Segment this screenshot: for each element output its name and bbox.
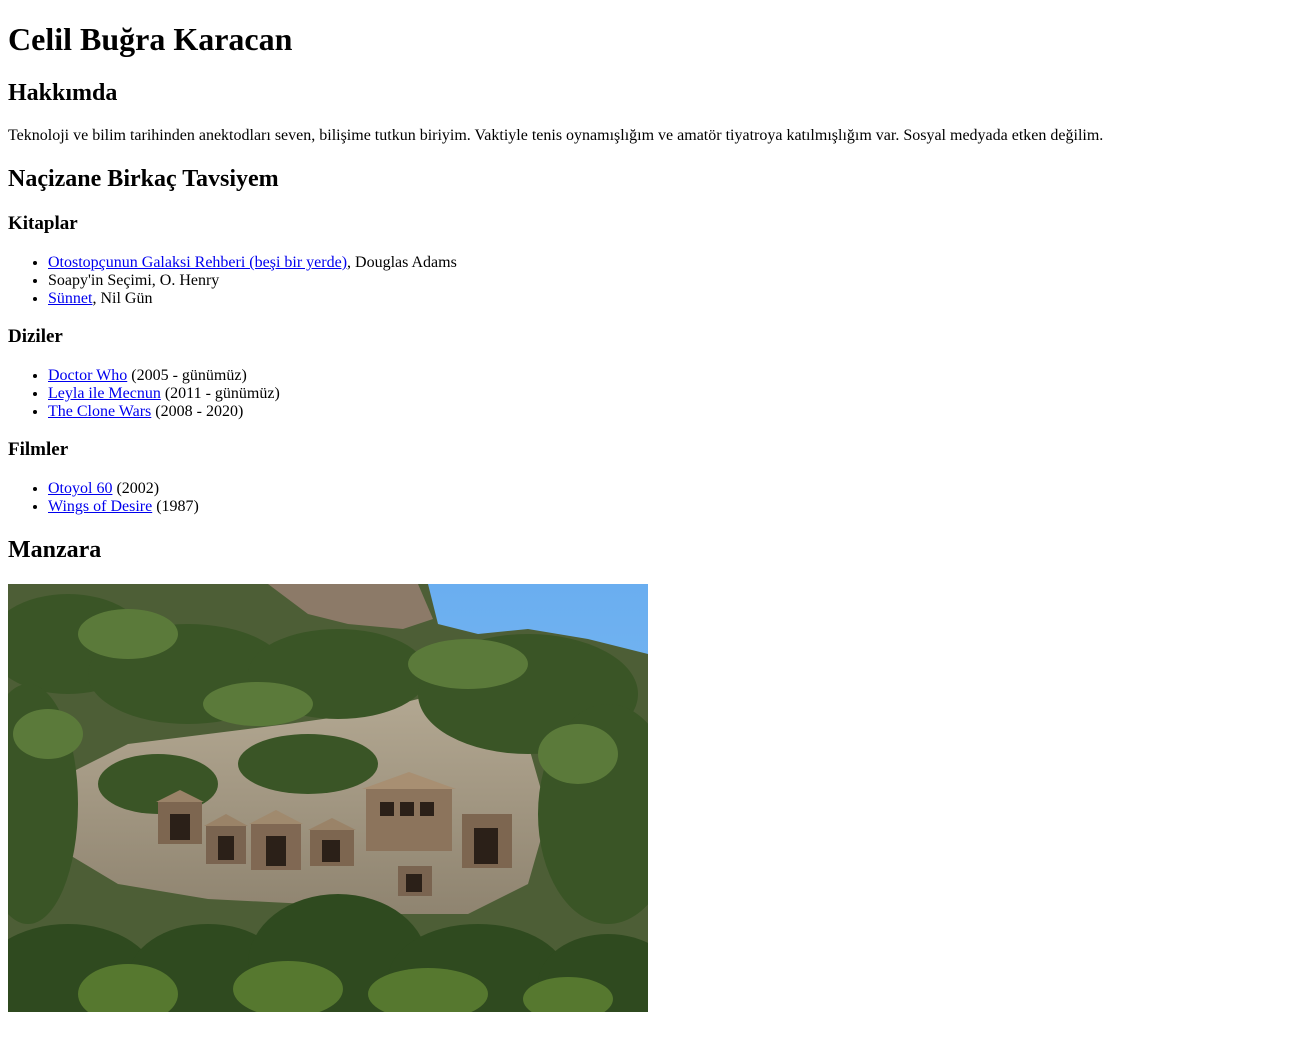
series-heading: Diziler — [8, 326, 63, 347]
films-heading: Filmler — [8, 439, 69, 460]
books-list: Otostopçunun Galaksi Rehberi (beşi bir y… — [8, 254, 1306, 308]
series-link-clone-wars[interactable]: The Clone Wars — [48, 403, 151, 420]
page: Celil Buğra Karacan Hakkımda Teknoloji v… — [0, 21, 1314, 1012]
list-item: Soapy'in Seçimi, O. Henry — [48, 272, 1306, 290]
book-author: , Nil Gün — [92, 290, 153, 307]
list-item: Otostopçunun Galaksi Rehberi (beşi bir y… — [48, 254, 1306, 272]
list-item: Wings of Desire (1987) — [48, 498, 1306, 516]
about-text: Teknoloji ve bilim tarihinden anektodlar… — [8, 127, 1104, 144]
film-link-wings-of-desire[interactable]: Wings of Desire — [48, 498, 152, 515]
film-link-otoyol-60[interactable]: Otoyol 60 — [48, 480, 112, 497]
list-item: The Clone Wars (2008 - 2020) — [48, 403, 1306, 421]
landscape-image — [8, 584, 648, 1012]
series-link-leyla-ile-mecnun[interactable]: Leyla ile Mecnun — [48, 385, 161, 402]
list-item: Doctor Who (2005 - günümüz) — [48, 367, 1306, 385]
book-link-sunnet[interactable]: Sünnet — [48, 290, 92, 307]
series-years: (2011 - günümüz) — [160, 385, 280, 402]
book-link-hitchhiker[interactable]: Otostopçunun Galaksi Rehberi (beşi bir y… — [48, 254, 347, 271]
view-heading: Manzara — [8, 537, 102, 563]
series-list: Doctor Who (2005 - günümüz) Leyla ile Me… — [8, 367, 1306, 421]
recommendations-heading: Naçizane Birkaç Tavsiyem — [8, 166, 279, 192]
series-years: (2005 - günümüz) — [127, 367, 247, 384]
books-heading: Kitaplar — [8, 213, 78, 234]
list-item: Sünnet, Nil Gün — [48, 290, 1306, 308]
list-item: Leyla ile Mecnun (2011 - günümüz) — [48, 385, 1306, 403]
page-title: Celil Buğra Karacan — [8, 21, 293, 57]
film-year: (1987) — [152, 498, 199, 515]
about-heading: Hakkımda — [8, 80, 118, 106]
book-author: , Douglas Adams — [347, 254, 457, 271]
list-item: Otoyol 60 (2002) — [48, 480, 1306, 498]
book-title-author: Soapy'in Seçimi, O. Henry — [48, 272, 220, 289]
series-years: (2008 - 2020) — [151, 403, 244, 420]
film-year: (2002) — [112, 480, 160, 497]
series-link-doctor-who[interactable]: Doctor Who — [48, 367, 127, 384]
films-list: Otoyol 60 (2002) Wings of Desire (1987) — [8, 480, 1306, 516]
